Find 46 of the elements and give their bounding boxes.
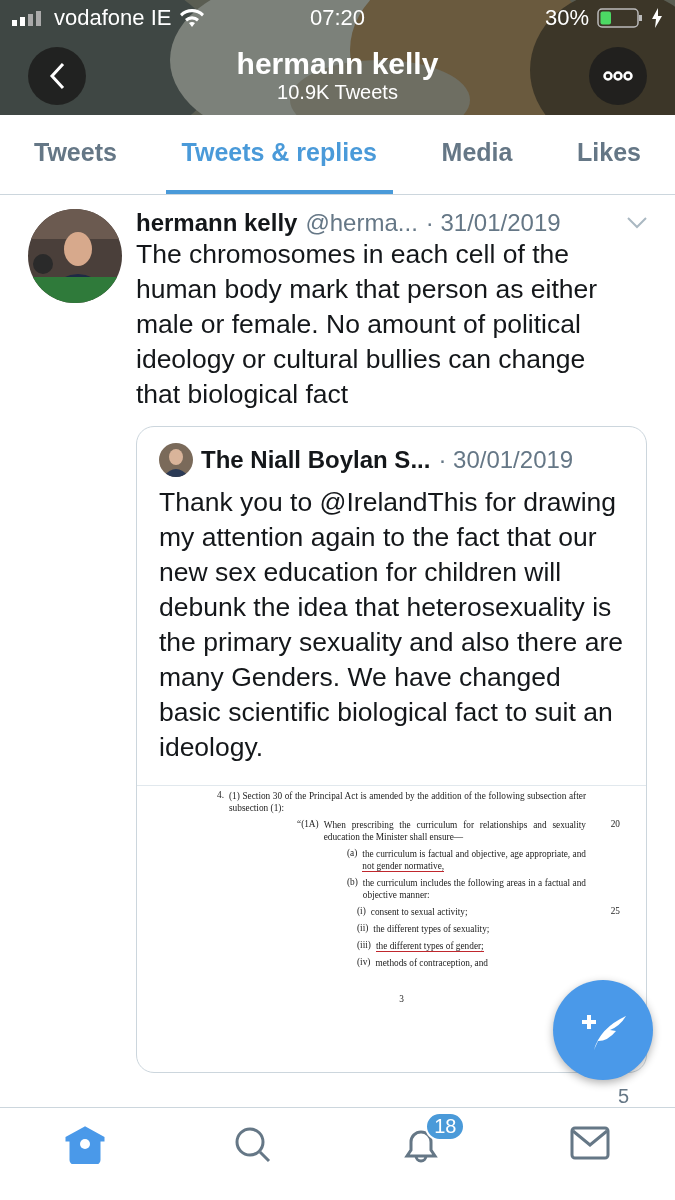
document-line: the curriculum is factual and objective, age appropriate, and not gender normative, (362, 848, 586, 872)
tweet-text: The chromosomes in each cell of the human body mark that person as either male or female. No amount of political ideology or cultural bullies can change that biological fact (136, 238, 599, 411)
search-icon (233, 1126, 272, 1164)
carrier-name: vodafone IE (54, 5, 172, 31)
more-icon (603, 70, 633, 81)
tab[interactable]: Tweets & replies (165, 115, 393, 194)
tab[interactable]: Tweets (18, 115, 133, 194)
mail-icon (570, 1126, 611, 1160)
clause-label: (b) (347, 877, 358, 889)
profile-name: hermann kelly (236, 47, 439, 81)
line-number: 25 (610, 906, 620, 916)
wifi-icon (179, 8, 206, 28)
document-line: the curriculum includes the following areas in a factual and objective manner: (362, 877, 586, 901)
document-line: methods of contraception, and (375, 957, 489, 969)
charging-bolt-icon (651, 8, 663, 28)
document-line: (1) Section 30 of the Principal Act is amended by the addition of the following subsection after subsection (1): (229, 790, 586, 814)
quoted-tweet-date: · 30/01/2019 (438, 446, 574, 474)
tab[interactable]: Likes (561, 115, 657, 194)
clause-label: 4. (217, 790, 224, 802)
reply-count: 5 (617, 1085, 629, 1108)
clause-label: (iii) (357, 940, 371, 952)
clause-label: (ii) (357, 923, 369, 935)
chevron-left-icon (49, 61, 65, 90)
clause-label: “(1A) (297, 819, 319, 831)
page-number: 3 (399, 994, 404, 1004)
author-handle: @herma... (305, 209, 418, 237)
quoted-author-name: The Niall Boylan S... (201, 446, 431, 474)
tweet-date: · 31/01/2019 (425, 209, 561, 237)
author-name: hermann kelly (136, 209, 298, 237)
nav-tab[interactable]: 18 (371, 1112, 472, 1168)
clock: 07:20 (309, 5, 366, 31)
notification-badge: 18 (425, 1112, 466, 1141)
tweet-count: 10.9K Tweets (277, 81, 398, 104)
document-line: When prescribing the curriculum for relationships and sexuality education the Minister shall ensure— (323, 819, 586, 843)
clause-label: (i) (357, 906, 366, 918)
house-icon (64, 1126, 105, 1164)
compose-button[interactable] (553, 980, 653, 1080)
document-line: consent to sexual activity; (370, 906, 469, 918)
tab[interactable]: Media (425, 115, 529, 194)
clause-label: (a) (347, 848, 358, 860)
line-number: 20 (610, 819, 620, 829)
battery-percentage: 30% (544, 5, 589, 31)
quoted-tweet-text: Thank you to @IrelandThis for drawing my attention again to the fact that our new sex education for children will debunk the idea that heterosexuality is the primary sexuality and also there are many Genders. We have changed basic scientific biological fact to suit an ideology. (159, 486, 624, 764)
document-line: the different types of gender; (375, 940, 485, 952)
clause-label: (iv) (357, 957, 371, 969)
document-line: the different types of sexuality; (373, 923, 491, 935)
